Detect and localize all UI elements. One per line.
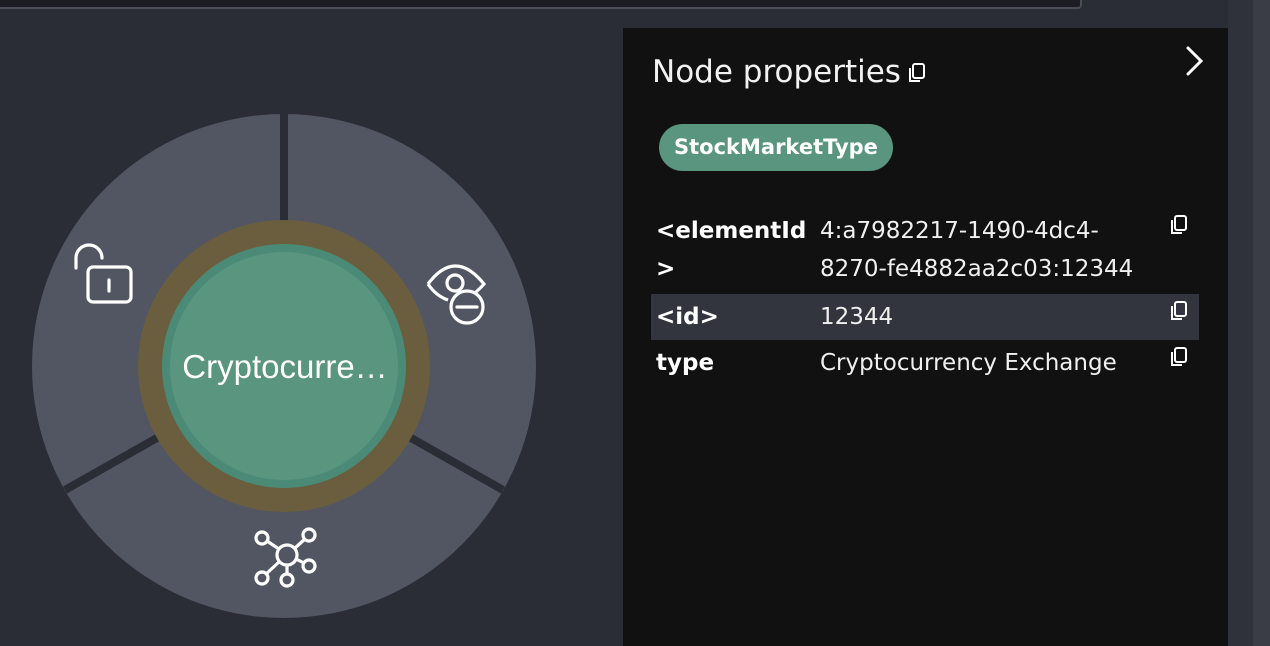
chevron-right-icon[interactable] — [1183, 44, 1207, 78]
property-value: 4:a7982217-1490-4dc4- — [820, 218, 1099, 244]
node-label-chip[interactable]: StockMarketType — [659, 124, 893, 171]
panel-title: Node properties — [652, 54, 901, 90]
graph-canvas[interactable]: Cryptocurre… — [0, 0, 620, 646]
right-gutter — [1228, 0, 1253, 646]
copy-icon[interactable] — [1169, 346, 1189, 368]
property-value: 8270-fe4882aa2c03:12344 — [820, 256, 1134, 282]
property-row: <id> 12344 — [651, 294, 1199, 340]
node-context-menu — [32, 110, 536, 618]
property-key: <elementId — [656, 218, 807, 244]
scrollbar[interactable] — [1253, 0, 1270, 646]
node-properties-panel: Node properties StockMarketType <element… — [623, 28, 1228, 646]
property-key: > — [656, 256, 676, 282]
property-key: type — [656, 350, 715, 376]
property-value: Cryptocurrency Exchange — [820, 350, 1117, 376]
copy-icon[interactable] — [1169, 300, 1189, 322]
copy-icon[interactable] — [1169, 214, 1189, 236]
property-key: <id> — [656, 304, 719, 330]
property-row: <elementId > 4:a7982217-1490-4dc4- 8270-… — [651, 212, 1199, 292]
property-row: type Cryptocurrency Exchange — [651, 344, 1199, 386]
node-label[interactable]: Cryptocurre… — [160, 348, 410, 386]
property-value: 12344 — [820, 304, 894, 330]
copy-icon[interactable] — [907, 62, 927, 84]
